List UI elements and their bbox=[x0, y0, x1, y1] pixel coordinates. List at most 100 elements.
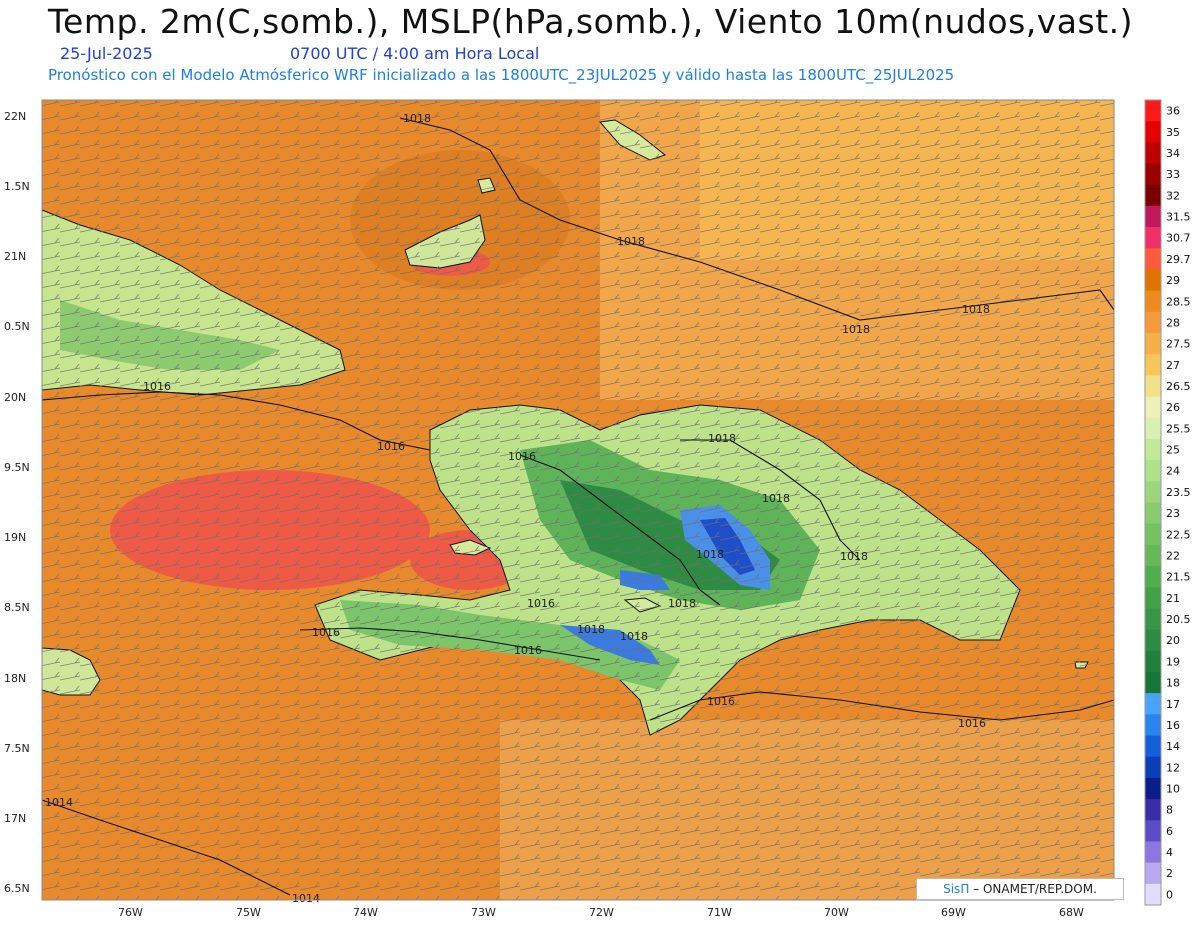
colorbar-label: 6 bbox=[1166, 825, 1173, 838]
lon-label: 71W bbox=[707, 906, 732, 919]
colorbar-label: 25.5 bbox=[1166, 422, 1191, 435]
colorbar-swatch bbox=[1145, 714, 1161, 737]
colorbar-swatch bbox=[1145, 417, 1161, 440]
lat-label: 21N bbox=[4, 250, 26, 263]
colorbar-label: 23.5 bbox=[1166, 486, 1191, 499]
colorbar-swatch bbox=[1145, 100, 1161, 122]
colorbar-label: 18 bbox=[1166, 677, 1180, 690]
colorbar-swatch bbox=[1145, 862, 1161, 885]
colorbar-swatch bbox=[1145, 121, 1161, 143]
colorbar-label: 32 bbox=[1166, 189, 1180, 202]
lat-label: 1.5N bbox=[4, 180, 30, 193]
isobar-label: 1018 bbox=[668, 597, 696, 610]
isobar-label: 1016 bbox=[377, 440, 405, 453]
colorbar-label: 35 bbox=[1166, 126, 1180, 139]
colorbar-swatch bbox=[1145, 269, 1161, 292]
lat-label: 6.5N bbox=[4, 882, 30, 895]
colorbar-label: 23 bbox=[1166, 507, 1180, 520]
colorbar-swatch bbox=[1145, 544, 1161, 567]
colorbar-swatch bbox=[1145, 248, 1161, 270]
colorbar-swatch bbox=[1145, 777, 1161, 800]
wind-barbs bbox=[42, 100, 1114, 900]
isobar-label: 1018 bbox=[762, 492, 790, 505]
colorbar-swatch bbox=[1145, 205, 1161, 228]
latitude-axis: 22N 1.5N 21N 0.5N 20N 9.5N 19N 8.5N 18N … bbox=[4, 110, 30, 895]
colorbar-label: 19 bbox=[1166, 655, 1180, 668]
isobar-label: 1016 bbox=[514, 644, 542, 657]
colorbar-label: 29.7 bbox=[1166, 253, 1191, 266]
colorbar-swatch bbox=[1145, 629, 1161, 652]
colorbar-label: 22.5 bbox=[1166, 528, 1191, 541]
colorbar-label: 28 bbox=[1166, 316, 1180, 329]
colorbar-swatch bbox=[1145, 608, 1161, 631]
lat-label: 22N bbox=[4, 110, 26, 123]
colorbar-swatch bbox=[1145, 650, 1161, 673]
lat-label: 0.5N bbox=[4, 320, 30, 333]
isobar-label: 1016 bbox=[312, 626, 340, 639]
lon-label: 74W bbox=[353, 906, 378, 919]
colorbar-label: 10 bbox=[1166, 782, 1180, 795]
colorbar-swatch bbox=[1145, 841, 1161, 864]
forecast-time: 0700 UTC / 4:00 am Hora Local bbox=[290, 44, 540, 63]
colorbar-label: 21.5 bbox=[1166, 571, 1191, 584]
colorbar-swatch bbox=[1145, 587, 1161, 609]
colorbar-label: 33 bbox=[1166, 168, 1180, 181]
colorbar-swatch bbox=[1145, 756, 1161, 779]
colorbar-swatch bbox=[1145, 396, 1161, 419]
colorbar-swatch bbox=[1145, 333, 1161, 355]
watermark: SisΠ – ONAMET/REP.DOM. bbox=[916, 878, 1124, 900]
isobar-label: 1016 bbox=[508, 450, 536, 463]
colorbar-swatch bbox=[1145, 438, 1161, 461]
lon-label: 73W bbox=[471, 906, 496, 919]
colorbar-label: 28.5 bbox=[1166, 295, 1191, 308]
colorbar-swatch bbox=[1145, 142, 1161, 165]
colorbar-label: 17 bbox=[1166, 698, 1180, 711]
colorbar-label: 4 bbox=[1166, 846, 1173, 859]
forecast-date: 25-Jul-2025 bbox=[60, 44, 153, 63]
isobar-label: 1016 bbox=[527, 597, 555, 610]
lat-label: 19N bbox=[4, 531, 26, 544]
colorbar-label: 36 bbox=[1166, 105, 1180, 118]
colorbar-label: 22 bbox=[1166, 549, 1180, 562]
colorbar-swatch bbox=[1145, 375, 1161, 398]
colorbar-label: 34 bbox=[1166, 147, 1180, 160]
weather-map: 1018 1018 1018 1018 1016 1016 1016 1018 … bbox=[4, 99, 1191, 919]
colorbar-swatch bbox=[1145, 566, 1161, 588]
isobar-label: 1014 bbox=[45, 796, 73, 809]
longitude-axis: 76W 75W 74W 73W 72W 71W 70W 69W 68W bbox=[118, 906, 1084, 919]
colorbar-swatch bbox=[1145, 820, 1161, 842]
lat-label: 17N bbox=[4, 812, 26, 825]
lon-label: 70W bbox=[824, 906, 849, 919]
lon-label: 68W bbox=[1059, 906, 1084, 919]
colorbar-swatch bbox=[1145, 460, 1161, 482]
isobar-label: 1018 bbox=[696, 548, 724, 561]
isobar-label: 1014 bbox=[292, 892, 320, 905]
colorbar-swatch bbox=[1145, 502, 1161, 525]
isobar-label: 1018 bbox=[617, 235, 645, 248]
map-title: Temp. 2m(C,somb.), MSLP(hPa,somb.), Vien… bbox=[48, 2, 1134, 41]
colorbar-label: 20 bbox=[1166, 634, 1180, 647]
colorbar-swatch bbox=[1145, 883, 1161, 906]
colorbar-label: 24 bbox=[1166, 465, 1180, 478]
isobar-label: 1018 bbox=[403, 112, 431, 125]
colorbar-swatch bbox=[1145, 671, 1161, 694]
isobar-label: 1018 bbox=[620, 630, 648, 643]
isobar-label: 1018 bbox=[840, 550, 868, 563]
lon-label: 69W bbox=[941, 906, 966, 919]
isobar-label: 1018 bbox=[577, 623, 605, 636]
lon-label: 72W bbox=[589, 906, 614, 919]
model-subtitle: Pronóstico con el Modelo Atmósferico WRF… bbox=[48, 66, 955, 84]
isobar-label: 1018 bbox=[708, 432, 736, 445]
lat-label: 7.5N bbox=[4, 742, 30, 755]
colorbar-label: 27.5 bbox=[1166, 338, 1191, 351]
isobar-label: 1016 bbox=[707, 695, 735, 708]
colorbar-swatch bbox=[1145, 227, 1161, 249]
colorbar-label: 26 bbox=[1166, 401, 1180, 414]
sispi-logo-text: SisΠ bbox=[943, 882, 970, 896]
colorbar-swatch bbox=[1145, 523, 1161, 546]
colorbar-swatch bbox=[1145, 184, 1161, 207]
lon-label: 75W bbox=[236, 906, 261, 919]
temperature-colorbar: 363534333231.530.729.72928.52827.52726.5… bbox=[1144, 99, 1191, 906]
colorbar-label: 16 bbox=[1166, 719, 1180, 732]
lat-label: 20N bbox=[4, 391, 26, 404]
